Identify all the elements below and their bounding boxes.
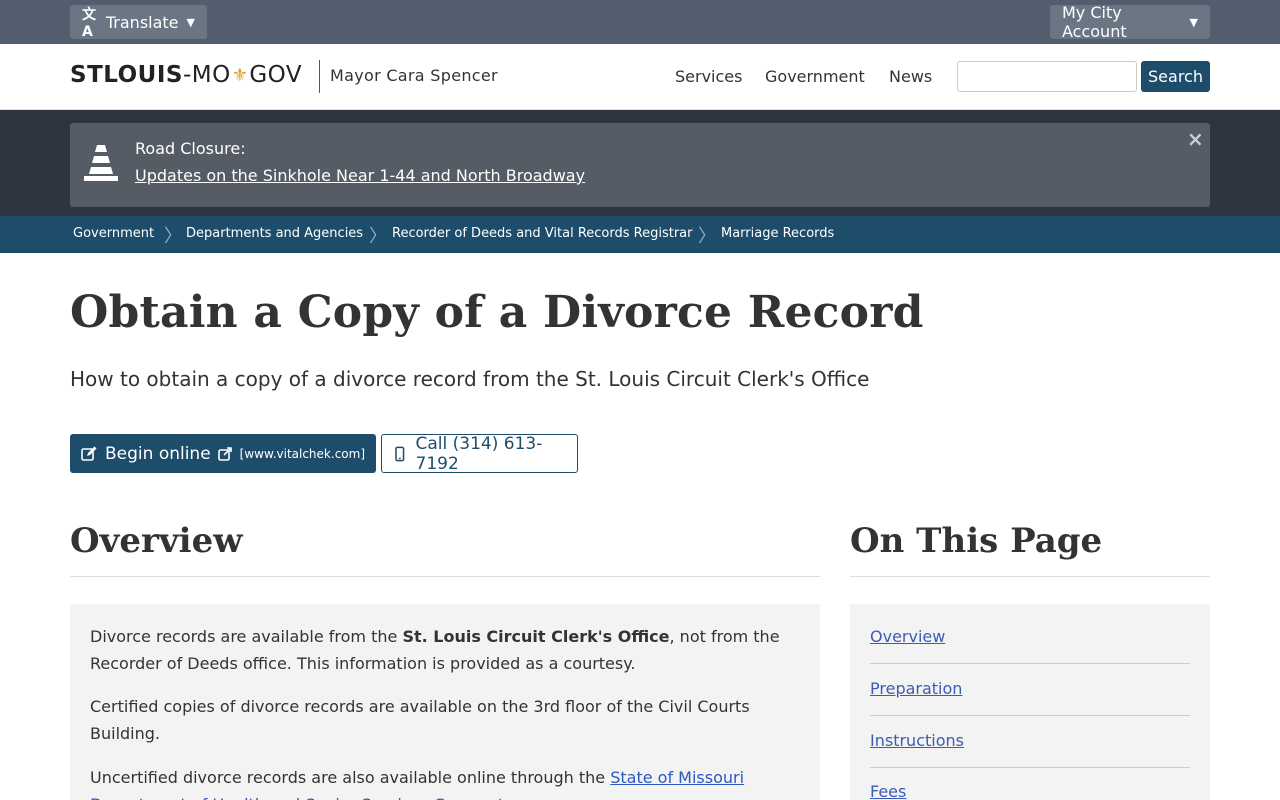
on-this-page-heading: On This Page [850,521,1103,561]
translate-button[interactable]: 文A Translate ▼ [70,5,207,40]
breadcrumb: Government 〉 Departments and Agencies 〉 … [0,216,1280,253]
toc-preparation[interactable]: Preparation [870,679,962,698]
text: Uncertified divorce records are also ava… [90,768,611,787]
alert-link[interactable]: Updates on the Sinkhole Near 1-44 and No… [135,166,585,185]
utility-bar: 文A Translate ▼ My City Account ▼ [0,0,1280,44]
call-label: Call (314) 613-7192 [415,433,543,474]
edit-icon [81,446,97,461]
external-link-icon [217,446,232,461]
nav-news[interactable]: News [889,67,932,86]
logo-dash: - [182,62,192,88]
chevron-right-icon: 〉 [698,226,716,247]
page-subtitle: How to obtain a copy of a divorce record… [70,367,870,391]
breadcrumb-recorder[interactable]: Recorder of Deeds and Vital Records Regi… [392,226,693,241]
divider [870,715,1190,716]
toc-overview[interactable]: Overview [870,627,945,646]
text: Divorce records are available from the [90,627,403,646]
chevron-right-icon: 〉 [164,226,182,247]
divider [870,767,1190,768]
call-button[interactable]: Call (314) 613-7192 [381,433,578,474]
site-logo[interactable]: STLOUIS - MO ⚜ GOV [70,62,302,88]
traffic-cone-icon [84,145,118,181]
breadcrumb-departments[interactable]: Departments and Agencies [186,226,363,241]
nav-government[interactable]: Government [765,67,865,86]
translate-label: Translate [105,12,179,32]
online-url: [www.vitalchek.com] [239,446,365,461]
logo-divider [319,60,320,93]
my-city-account-button[interactable]: My City Account ▼ [1050,3,1210,41]
phone-icon [395,446,405,461]
search-button[interactable]: Search [1141,61,1210,92]
close-icon[interactable]: × [1187,127,1204,151]
nav-services[interactable]: Services [675,67,742,86]
fleur-de-lis-icon: ⚜ [231,64,249,86]
toc-instructions[interactable]: Instructions [870,731,964,750]
alert-region: Road Closure: Updates on the Sinkhole Ne… [0,110,1280,216]
caret-down-icon: ▼ [186,15,195,29]
overview-heading: Overview [70,521,243,561]
toc-fees[interactable]: Fees [870,782,906,800]
road-closure-alert: Road Closure: Updates on the Sinkhole Ne… [70,123,1210,207]
chevron-right-icon: 〉 [369,226,387,247]
overview-paragraph-1: Divorce records are available from the S… [90,623,790,677]
begin-online-button[interactable]: Begin online [www.vitalchek.com] [70,434,376,473]
logo-text-stlouis: STLOUIS [70,62,183,88]
overview-paragraph-3: Uncertified divorce records are also ava… [90,764,790,800]
breadcrumb-marriage-records[interactable]: Marriage Records [721,226,834,241]
account-label: My City Account [1062,3,1127,41]
begin-online-label: Begin online [105,443,211,464]
divider [850,576,1210,577]
logo-text-mo: MO [191,62,231,88]
overview-paragraph-2: Certified copies of divorce records are … [90,697,750,743]
search-input[interactable] [957,61,1137,92]
page-title: Obtain a Copy of a Divorce Record [70,287,924,338]
circuit-clerk-office: St. Louis Circuit Clerk's Office [402,627,670,646]
translate-icon: 文A [82,7,96,40]
mayor-name: Mayor Cara Spencer [330,66,498,85]
logo-text-gov: GOV [249,62,303,88]
alert-title: Road Closure: [135,139,246,158]
divider [70,576,820,577]
site-header: STLOUIS - MO ⚜ GOV Mayor Cara Spencer Se… [0,44,1280,110]
divider [870,663,1190,664]
caret-down-icon: ▼ [1189,15,1198,29]
breadcrumb-government[interactable]: Government [73,226,154,241]
